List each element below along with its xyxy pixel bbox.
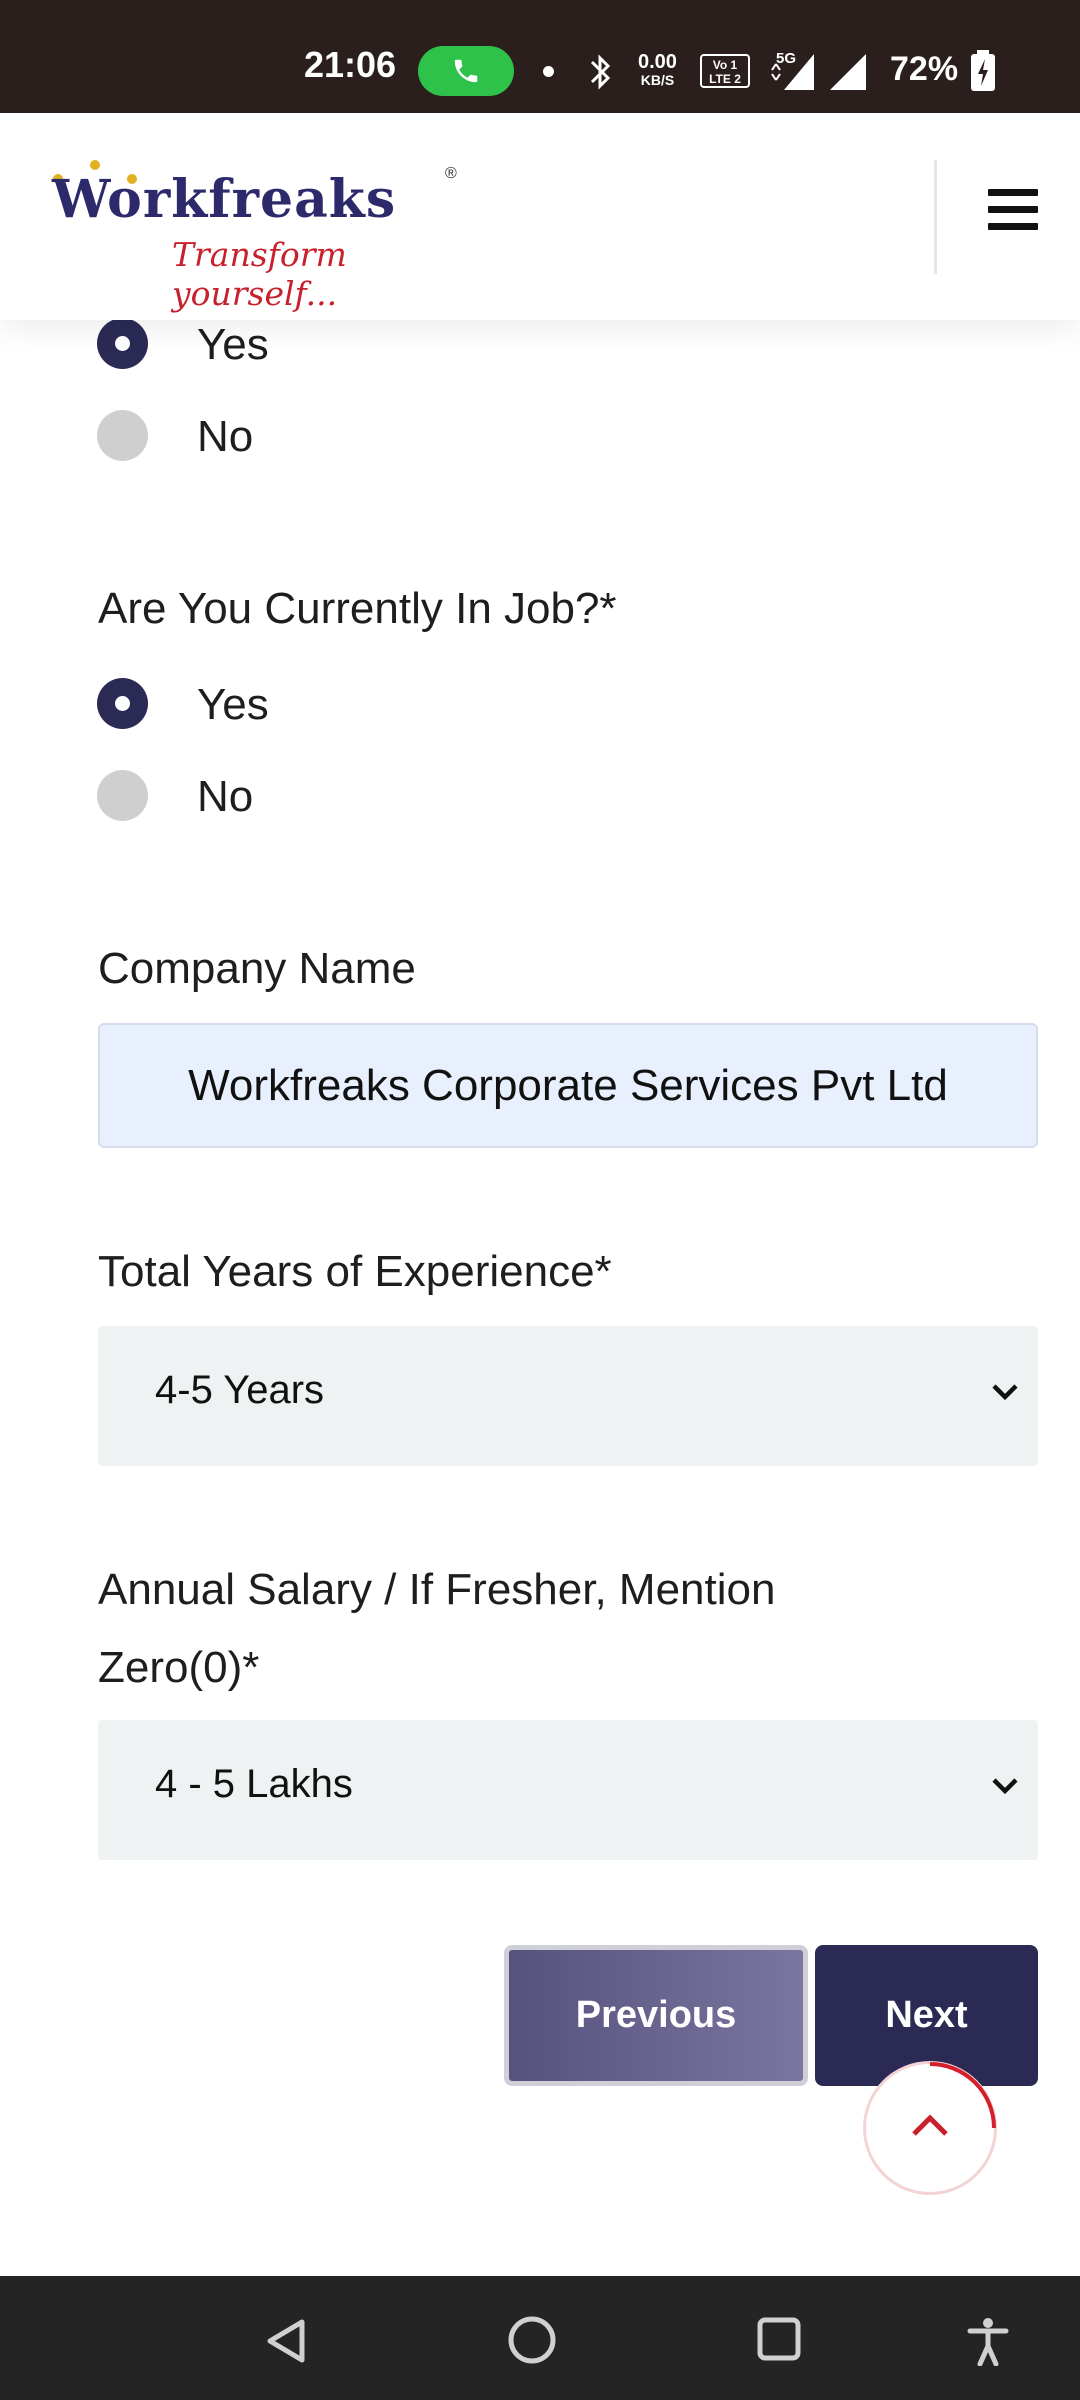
experience-label: Total Years of Experience*	[98, 1247, 612, 1296]
chevron-up-icon	[912, 2114, 948, 2136]
salary-label-line1: Annual Salary / If Fresher, Mention	[98, 1565, 776, 1614]
radio-no[interactable]	[97, 410, 148, 461]
ongoing-call-chip[interactable]	[418, 46, 514, 96]
experience-selected-value: 4-5 Years	[155, 1368, 325, 1412]
company-name-label: Company Name	[98, 944, 416, 993]
bluetooth-icon	[590, 54, 611, 90]
radio-no[interactable]	[97, 770, 148, 821]
svg-text:Vo 1: Vo 1	[713, 58, 738, 72]
radio-yes-selected[interactable]	[97, 678, 148, 729]
hamburger-icon[interactable]	[988, 189, 1038, 233]
home-icon[interactable]	[506, 2314, 558, 2366]
net-speed-value: 0.00	[638, 51, 677, 73]
radio-label: No	[197, 772, 254, 821]
header-divider	[934, 160, 937, 274]
prev-question-option-yes[interactable]: Yes	[97, 314, 597, 370]
radio-yes-selected[interactable]	[97, 318, 148, 369]
logo-tagline: Transform yourself...	[172, 235, 347, 313]
chevron-down-icon	[992, 1384, 1018, 1401]
battery-icon	[971, 50, 995, 91]
scroll-to-top-button[interactable]	[866, 2062, 996, 2192]
company-name-input[interactable]: Workfreaks Corporate Services Pvt Ltd	[98, 1023, 1038, 1148]
job-question-label: Are You Currently In Job?*	[98, 584, 617, 633]
accessibility-icon[interactable]	[966, 2316, 1010, 2366]
notification-dot	[543, 66, 554, 77]
salary-selected-value: 4 - 5 Lakhs	[155, 1762, 353, 1806]
logo-registered-mark: ®	[445, 165, 457, 182]
chevron-down-icon	[992, 1778, 1018, 1795]
net-speed-unit: KB/S	[640, 72, 675, 88]
workfreaks-logo[interactable]: Workfreaks ® Transform yourself...	[52, 157, 472, 313]
logo-text: Workfreaks	[52, 169, 397, 230]
volte-icon: Vo 1 LTE 2	[700, 54, 750, 88]
svg-text:LTE 2: LTE 2	[709, 72, 741, 86]
salary-select[interactable]: 4 - 5 Lakhs	[98, 1720, 1038, 1860]
radio-label: No	[197, 412, 254, 461]
status-bar: 21:06 0.00 KB/S Vo 1 LTE 2 5G 72%	[0, 0, 1080, 113]
status-time: 21:06	[304, 44, 397, 85]
recents-icon[interactable]	[756, 2316, 802, 2362]
salary-label: Annual Salary / If Fresher, Mention Zero…	[98, 1551, 998, 1707]
radio-label: Yes	[197, 320, 269, 369]
phone-icon	[454, 59, 478, 83]
job-option-no[interactable]: No	[97, 766, 597, 822]
experience-select[interactable]: 4-5 Years	[98, 1326, 1038, 1466]
previous-button[interactable]: Previous	[504, 1945, 808, 2086]
signal-icon-2	[830, 54, 866, 90]
system-nav-bar	[0, 2276, 1080, 2400]
battery-percent: 72%	[890, 50, 959, 88]
job-option-yes[interactable]: Yes	[97, 674, 597, 730]
radio-label: Yes	[197, 680, 269, 729]
prev-question-option-no[interactable]: No	[97, 406, 597, 462]
signal-icon	[771, 54, 814, 90]
back-icon[interactable]	[262, 2316, 312, 2366]
site-header: Workfreaks ® Transform yourself...	[0, 113, 1080, 320]
net-speed: 0.00 KB/S	[638, 52, 677, 88]
salary-label-line2: Zero(0)*	[98, 1643, 260, 1692]
